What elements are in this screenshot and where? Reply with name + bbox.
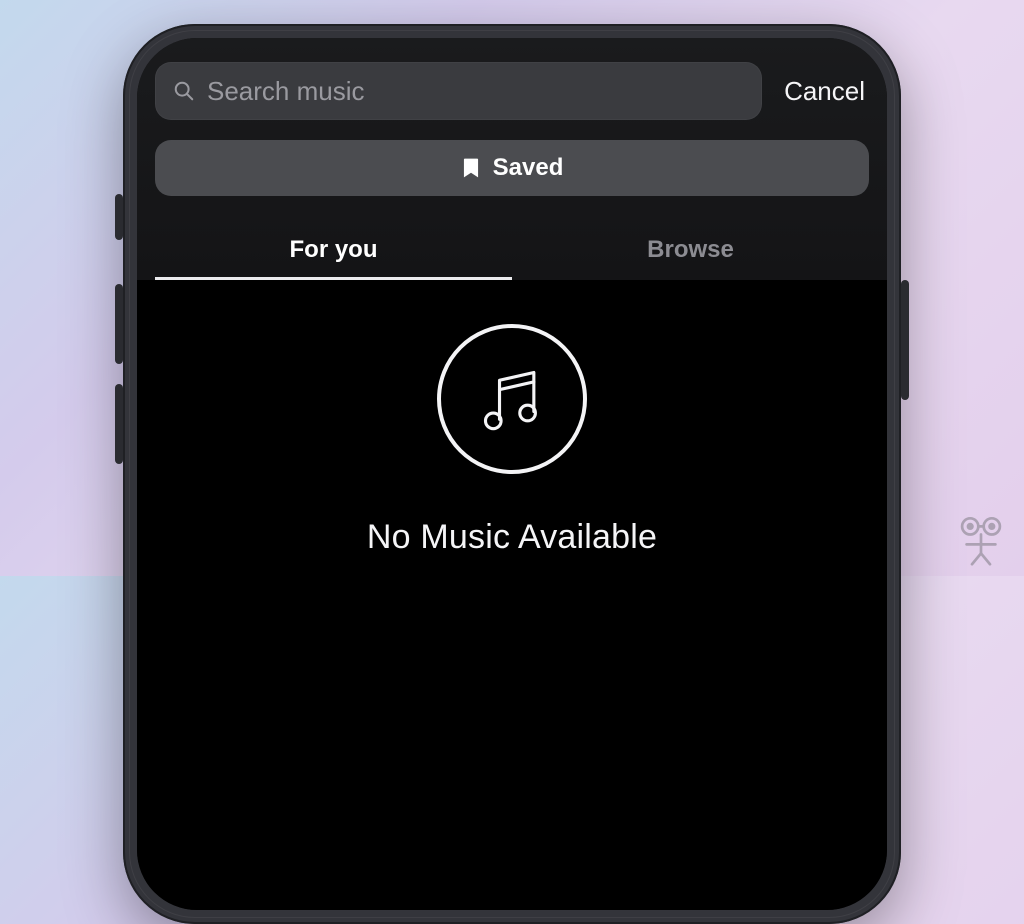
- search-icon: [173, 80, 195, 102]
- phone-side-button: [115, 384, 123, 464]
- cancel-button[interactable]: Cancel: [780, 76, 869, 107]
- search-input[interactable]: [155, 62, 762, 120]
- search-text-field[interactable]: [207, 76, 744, 107]
- empty-state: No Music Available: [137, 280, 887, 910]
- bookmark-icon: [461, 157, 481, 179]
- tab-browse[interactable]: Browse: [512, 218, 869, 280]
- tab-for-you[interactable]: For you: [155, 218, 512, 280]
- phone-screen: Cancel Saved For you Browse: [137, 38, 887, 910]
- phone-side-button: [115, 194, 123, 240]
- phone-side-button: [115, 284, 123, 364]
- phone-frame: Cancel Saved For you Browse: [123, 24, 901, 924]
- watermark-robot-icon: [954, 512, 1008, 566]
- empty-state-title: No Music Available: [367, 518, 657, 557]
- saved-button[interactable]: Saved: [155, 140, 869, 196]
- phone-side-button: [901, 280, 909, 400]
- tabs: For you Browse: [155, 218, 869, 280]
- music-picker-header: Cancel Saved For you Browse: [137, 38, 887, 280]
- search-row: Cancel: [155, 62, 869, 120]
- saved-label: Saved: [493, 154, 564, 182]
- music-note-icon: [437, 324, 587, 474]
